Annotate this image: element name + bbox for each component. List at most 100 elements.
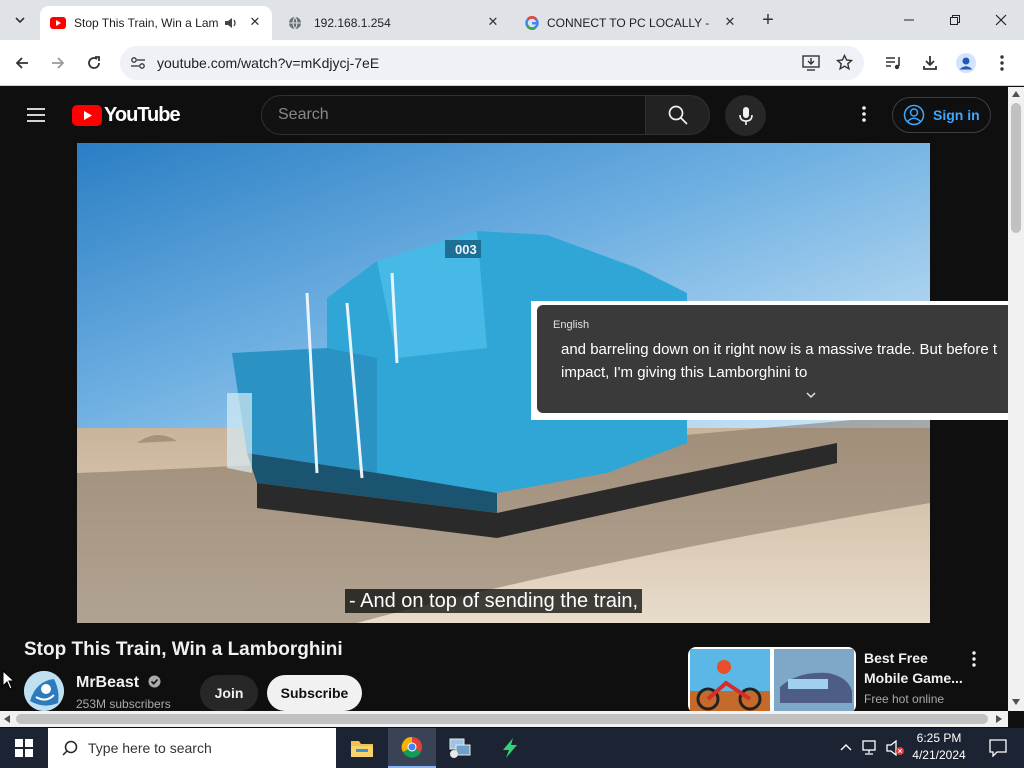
subscribe-button[interactable]: Subscribe <box>267 675 362 711</box>
tab-google[interactable]: CONNECT TO PC LOCALLY - G ✕ <box>515 6 747 40</box>
network-settings-icon <box>449 738 471 758</box>
network-status-icon[interactable] <box>862 740 880 756</box>
recommendation-subtitle: Free hot online <box>864 692 945 706</box>
clock-date: 4/21/2024 <box>912 748 966 762</box>
downloads-button[interactable] <box>916 49 944 77</box>
search-input[interactable]: Search <box>261 95 646 135</box>
scroll-right-arrow-icon[interactable] <box>996 715 1002 723</box>
sign-in-label: Sign in <box>933 107 980 123</box>
volume-muted-icon[interactable] <box>886 740 906 756</box>
chrome-icon <box>401 736 422 758</box>
playlist-music-icon <box>886 57 900 70</box>
search-icon <box>62 740 78 756</box>
new-tab-button[interactable]: + <box>756 8 780 32</box>
tab-youtube[interactable]: Stop This Train, Win a Lam ✕ <box>40 6 272 40</box>
more-vertical-icon <box>972 651 976 667</box>
lightning-bolt-icon <box>503 738 517 758</box>
youtube-logo-icon <box>72 105 102 126</box>
locomotive-number: 003 <box>455 242 477 257</box>
game-ad-thumbnail-image <box>690 649 854 713</box>
join-button[interactable]: Join <box>200 675 258 711</box>
globe-icon <box>289 16 301 30</box>
taskbar-chrome[interactable] <box>388 728 436 768</box>
live-caption-text: and barreling down on it right now is a … <box>561 338 1024 384</box>
chevron-down-icon <box>15 17 25 24</box>
close-window-button[interactable] <box>978 0 1024 40</box>
live-caption-line-1: and barreling down on it right now is a … <box>561 341 998 358</box>
show-hidden-icons-icon[interactable] <box>840 743 852 751</box>
address-bar[interactable]: youtube.com/watch?v=mKdjycj-7eE <box>120 46 864 80</box>
tab-search-button[interactable] <box>8 8 32 32</box>
video-caption: - And on top of sending the train, <box>345 589 643 613</box>
taskbar-search-placeholder: Type here to search <box>88 740 212 756</box>
horizontal-scroll-thumb[interactable] <box>16 714 988 724</box>
live-caption-line-2: impact, I'm giving this Lamborghini to <box>561 364 808 381</box>
search-icon <box>668 105 688 125</box>
profile-button[interactable] <box>952 49 980 77</box>
restore-icon <box>950 15 960 25</box>
channel-name[interactable]: MrBeast <box>76 674 161 692</box>
taskbar-app-bolt[interactable] <box>486 728 534 768</box>
settings-menu-button[interactable] <box>855 105 873 125</box>
mouse-cursor-icon <box>2 670 14 690</box>
scroll-left-arrow-icon[interactable] <box>4 715 10 723</box>
youtube-logo[interactable]: YouTube <box>72 104 181 127</box>
scroll-up-arrow-icon[interactable] <box>1012 91 1020 97</box>
account-circle-icon <box>903 104 925 126</box>
minimize-icon <box>904 19 914 21</box>
site-info-icon[interactable] <box>130 56 146 70</box>
close-tab-icon[interactable]: ✕ <box>721 14 739 30</box>
clock-time: 6:25 PM <box>916 731 962 745</box>
recommendation-menu-button[interactable] <box>972 651 982 669</box>
sign-in-button[interactable]: Sign in <box>892 97 991 133</box>
search-button[interactable] <box>645 95 710 135</box>
bookmark-star-icon[interactable] <box>836 54 853 71</box>
install-app-icon[interactable] <box>802 55 820 71</box>
recommendation-title[interactable]: Best Free Mobile Game... <box>864 648 964 688</box>
expand-chevron-icon[interactable] <box>805 390 817 400</box>
media-controls-button[interactable] <box>880 49 908 77</box>
forward-button[interactable] <box>44 49 72 77</box>
channel-avatar-image <box>24 671 64 711</box>
chrome-menu-button[interactable] <box>988 49 1016 77</box>
url-text: youtube.com/watch?v=mKdjycj-7eE <box>157 55 380 71</box>
download-icon <box>923 56 937 70</box>
notification-icon <box>989 739 1007 757</box>
hamburger-menu-icon <box>27 108 45 122</box>
browser-tab-strip: Stop This Train, Win a Lam ✕ 192.168.1.2… <box>0 0 1024 40</box>
start-button[interactable] <box>0 728 48 768</box>
vertical-scroll-thumb[interactable] <box>1011 103 1021 233</box>
tab-router[interactable]: 192.168.1.254 ✕ <box>278 6 510 40</box>
restore-button[interactable] <box>932 0 978 40</box>
back-button[interactable] <box>8 49 36 77</box>
tab-title: CONNECT TO PC LOCALLY - G <box>547 16 712 30</box>
voice-search-button[interactable] <box>725 95 766 136</box>
taskbar-clock[interactable]: 6:25 PM 4/21/2024 <box>906 730 972 764</box>
taskbar-search-box[interactable]: Type here to search <box>48 728 336 768</box>
folder-icon <box>351 741 373 757</box>
taskbar-file-explorer[interactable] <box>338 728 386 768</box>
horizontal-scrollbar[interactable] <box>0 711 1008 727</box>
close-tab-icon[interactable]: ✕ <box>484 14 502 30</box>
close-tab-icon[interactable]: ✕ <box>246 14 264 30</box>
arrow-right-icon <box>52 57 65 69</box>
audio-playing-icon[interactable] <box>224 17 238 29</box>
tab-title: Stop This Train, Win a Lam <box>74 16 219 30</box>
minimize-button[interactable] <box>886 0 932 40</box>
arrow-left-icon <box>15 57 28 69</box>
verified-badge-icon <box>148 675 161 688</box>
scroll-down-arrow-icon[interactable] <box>1012 699 1020 705</box>
youtube-logo-text: YouTube <box>104 104 181 126</box>
channel-name-text: MrBeast <box>76 674 140 691</box>
vertical-scrollbar[interactable] <box>1008 87 1024 711</box>
recommendation-thumbnail[interactable] <box>688 647 856 713</box>
live-caption-popup[interactable]: English and barreling down on it right n… <box>531 301 1024 420</box>
live-caption-panel: English and barreling down on it right n… <box>537 305 1024 413</box>
guide-menu-button[interactable] <box>24 103 48 127</box>
youtube-favicon-icon <box>50 17 66 29</box>
channel-avatar[interactable] <box>24 671 64 711</box>
close-icon <box>995 14 1007 26</box>
taskbar-network-app[interactable] <box>436 728 484 768</box>
reload-button[interactable] <box>80 49 108 77</box>
notification-center-button[interactable] <box>974 728 1022 768</box>
